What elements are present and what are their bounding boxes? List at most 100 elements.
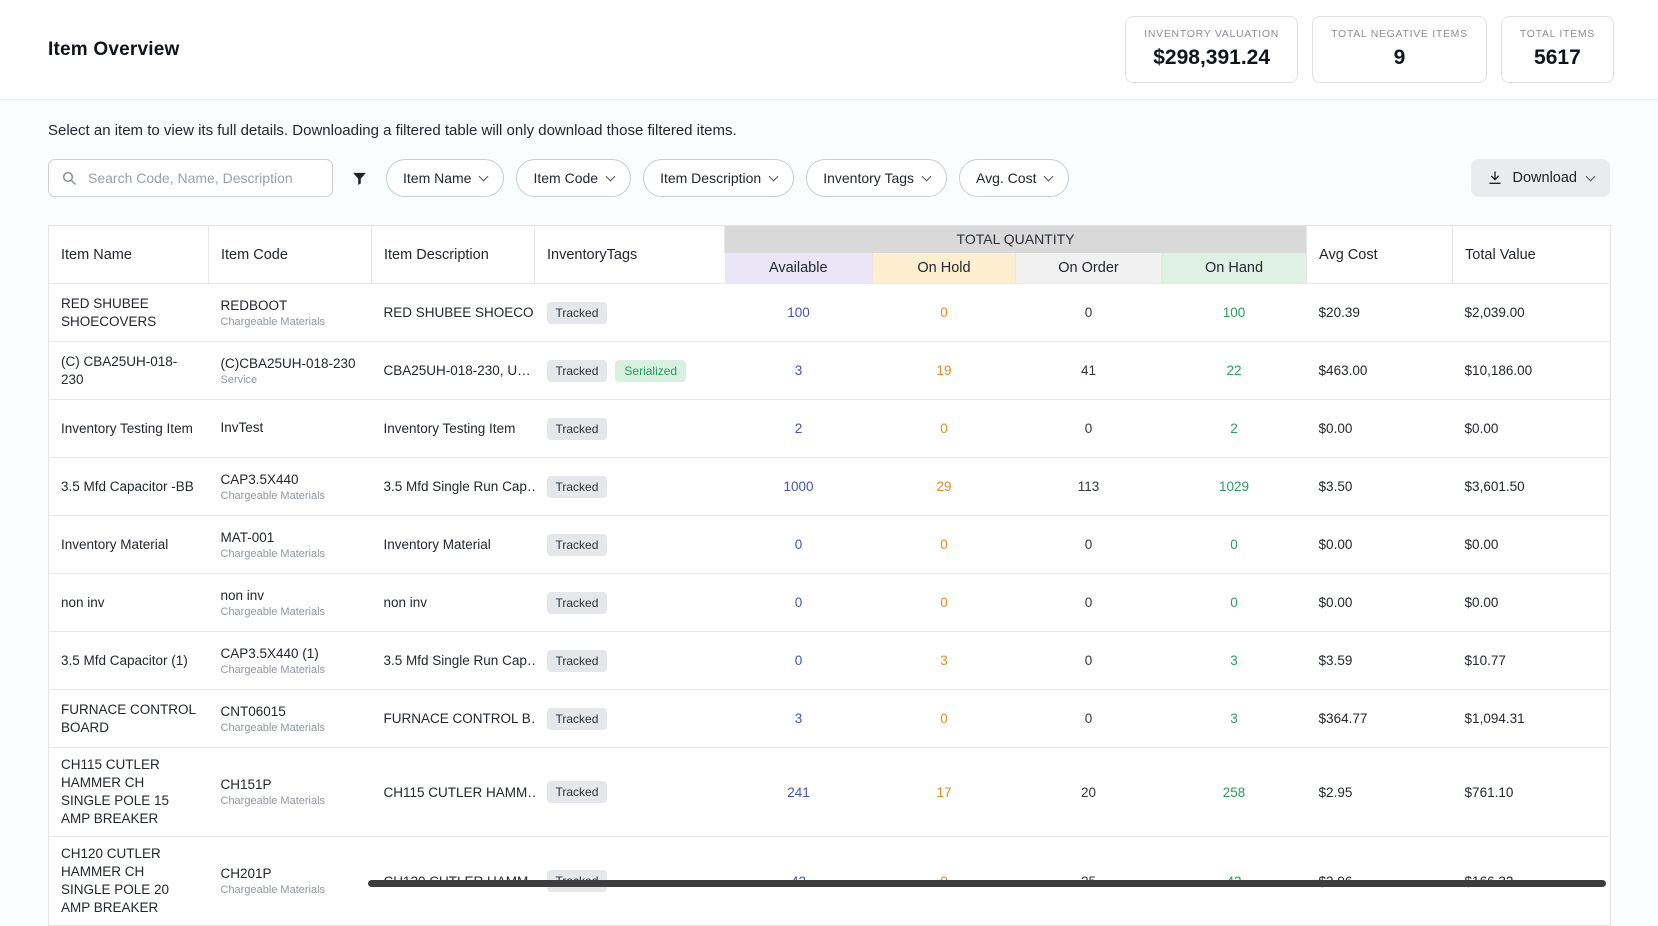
chevron-down-icon [606, 171, 616, 181]
item-description-cell: 3.5 Mfd Single Run Cap… [372, 458, 535, 516]
table-row[interactable]: FURNACE CONTROL BOARD CNT06015 Chargeabl… [49, 690, 1611, 748]
item-description-cell: 3.5 Mfd Single Run Cap… [372, 632, 535, 690]
table-row[interactable]: Inventory Testing Item InvTest Inventory… [49, 400, 1611, 458]
column-group-total-quantity: TOTAL QUANTITY [725, 226, 1307, 253]
item-code: CH201P [221, 866, 360, 881]
on-hand-cell: 3 [1162, 690, 1307, 748]
item-name-cell: 3.5 Mfd Capacitor -BB [49, 458, 209, 516]
on-hand-cell: 258 [1162, 748, 1307, 837]
search-icon [61, 170, 77, 186]
total-value-cell: $3,601.50 [1453, 458, 1611, 516]
item-code-cell: non inv Chargeable Materials [209, 574, 372, 632]
avg-cost-cell: $364.77 [1307, 690, 1453, 748]
total-value-cell: $10,186.00 [1453, 342, 1611, 400]
stat-value: $298,391.24 [1144, 46, 1279, 70]
search-input[interactable] [86, 169, 320, 187]
on-order-cell: 0 [1016, 516, 1162, 574]
item-code-type: Chargeable Materials [221, 548, 360, 560]
tracked-badge: Tracked [547, 534, 608, 556]
stat-value: 9 [1331, 46, 1468, 70]
main-content: Select an item to view its full details.… [0, 122, 1658, 926]
table-row[interactable]: 3.5 Mfd Capacitor -BB CAP3.5X440 Chargea… [49, 458, 1611, 516]
filter-chip-label: Avg. Cost [976, 170, 1036, 186]
filter-chip-label: Inventory Tags [823, 170, 914, 186]
item-code: non inv [221, 588, 360, 603]
on-hold-cell: 29 [873, 458, 1016, 516]
column-header-total-value: Total Value [1453, 226, 1611, 284]
stat-card-total-items: TOTAL ITEMS 5617 [1501, 16, 1614, 83]
item-code: CAP3.5X440 [221, 472, 360, 487]
item-name-cell: non inv [49, 574, 209, 632]
download-button[interactable]: Download [1471, 159, 1611, 197]
page-title: Item Overview [48, 39, 179, 61]
item-code: CAP3.5X440 (1) [221, 646, 360, 661]
item-code-type: Service [221, 374, 360, 386]
on-hand-cell: 0 [1162, 574, 1307, 632]
horizontal-scrollbar[interactable] [368, 880, 1606, 887]
avg-cost-cell: $3.50 [1307, 458, 1453, 516]
chevron-down-icon [1586, 171, 1596, 181]
on-hold-cell: 0 [873, 400, 1016, 458]
download-icon [1487, 170, 1503, 186]
available-cell: 0 [725, 632, 873, 690]
stats-cards: INVENTORY VALUATION $298,391.24 TOTAL NE… [1125, 16, 1614, 83]
inventory-tags-cell: TrackedSerialized [535, 342, 725, 400]
table-row[interactable]: 3.5 Mfd Capacitor (1) CAP3.5X440 (1) Cha… [49, 632, 1611, 690]
column-header-inventory-tags: InventoryTags [535, 226, 725, 284]
item-code: MAT-001 [221, 530, 360, 545]
filter-chip-item-name[interactable]: Item Name [386, 159, 504, 197]
table-row[interactable]: RED SHUBEE SHOECOVERS REDBOOT Chargeable… [49, 284, 1611, 342]
available-cell: 3 [725, 342, 873, 400]
filter-chip-label: Item Code [533, 170, 598, 186]
item-code-type: Chargeable Materials [221, 316, 360, 328]
available-cell: 1000 [725, 458, 873, 516]
tracked-badge: Tracked [547, 418, 608, 440]
item-description-cell: CBA25UH-018-230, U… [372, 342, 535, 400]
toolbar: Item Name Item Code Item Description Inv… [48, 159, 1610, 197]
item-code-cell: CH151P Chargeable Materials [209, 748, 372, 837]
on-hand-cell: 2 [1162, 400, 1307, 458]
item-description-cell: RED SHUBEE SHOECO… [372, 284, 535, 342]
on-hand-cell: 1029 [1162, 458, 1307, 516]
total-value-cell: $1,094.31 [1453, 690, 1611, 748]
stat-label: INVENTORY VALUATION [1144, 28, 1279, 40]
table-row[interactable]: Inventory Material MAT-001 Chargeable Ma… [49, 516, 1611, 574]
total-value-cell: $10.77 [1453, 632, 1611, 690]
serialized-badge: Serialized [615, 360, 686, 382]
tracked-badge: Tracked [547, 708, 608, 730]
filter-chip-item-description[interactable]: Item Description [643, 159, 794, 197]
search-box [48, 159, 333, 197]
table-row[interactable]: non inv non inv Chargeable Materials non… [49, 574, 1611, 632]
column-header-on-hold: On Hold [873, 253, 1016, 284]
avg-cost-cell: $0.00 [1307, 400, 1453, 458]
avg-cost-cell: $20.39 [1307, 284, 1453, 342]
stat-label: TOTAL ITEMS [1520, 28, 1595, 40]
tracked-badge: Tracked [547, 302, 608, 324]
item-code: (C)CBA25UH-018-230 [221, 356, 360, 371]
table-row[interactable]: (C) CBA25UH-018-230 (C)CBA25UH-018-230 S… [49, 342, 1611, 400]
on-hold-cell: 0 [873, 574, 1016, 632]
chevron-down-icon [769, 171, 779, 181]
filter-chip-avg-cost[interactable]: Avg. Cost [959, 159, 1069, 197]
column-header-item-name: Item Name [49, 226, 209, 284]
filter-chip-inventory-tags[interactable]: Inventory Tags [806, 159, 947, 197]
filter-funnel-button[interactable] [345, 166, 374, 191]
available-cell: 2 [725, 400, 873, 458]
on-hand-cell: 22 [1162, 342, 1307, 400]
tracked-badge: Tracked [547, 476, 608, 498]
table-row[interactable]: CH115 CUTLER HAMMER CH SINGLE POLE 15 AM… [49, 748, 1611, 837]
on-order-cell: 20 [1016, 748, 1162, 837]
item-name-cell: (C) CBA25UH-018-230 [49, 342, 209, 400]
item-name-cell: FURNACE CONTROL BOARD [49, 690, 209, 748]
tracked-badge: Tracked [547, 650, 608, 672]
inventory-tags-cell: Tracked [535, 690, 725, 748]
stat-card-inventory-valuation: INVENTORY VALUATION $298,391.24 [1125, 16, 1298, 83]
item-code-type: Chargeable Materials [221, 606, 360, 618]
stat-card-total-negative-items: TOTAL NEGATIVE ITEMS 9 [1312, 16, 1487, 83]
item-code-type: Chargeable Materials [221, 795, 360, 807]
on-order-cell: 41 [1016, 342, 1162, 400]
item-description-cell: CH115 CUTLER HAMM… [372, 748, 535, 837]
filter-chip-item-code[interactable]: Item Code [516, 159, 631, 197]
avg-cost-cell: $463.00 [1307, 342, 1453, 400]
on-hold-cell: 0 [873, 516, 1016, 574]
